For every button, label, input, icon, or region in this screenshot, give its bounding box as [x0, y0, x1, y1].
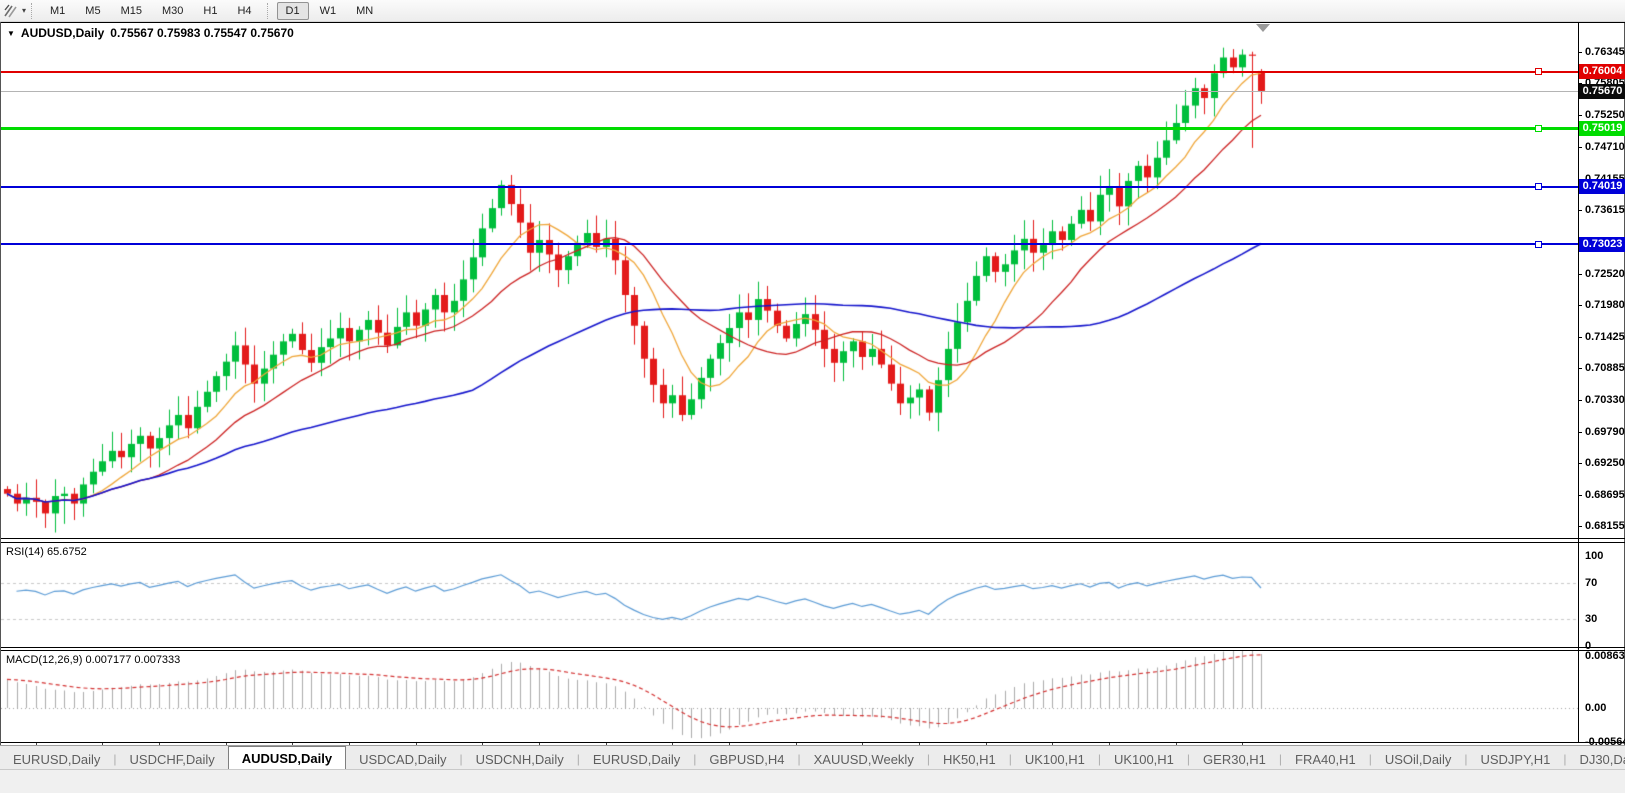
price-tick	[1578, 495, 1582, 497]
timeframe-button-m30[interactable]: M30	[153, 2, 192, 20]
macd-axis-label: 0.00	[1585, 702, 1607, 714]
panel-splitter[interactable]	[1, 542, 1625, 543]
timeframe-button-h4[interactable]: H4	[228, 2, 260, 20]
chart-tab-usdcad-daily[interactable]: USDCAD,Daily	[346, 749, 459, 770]
price-tick	[1578, 463, 1582, 464]
price-tick-label: 0.70885	[1585, 362, 1625, 375]
chart-tab-xauusd-weekly[interactable]: XAUUSD,Weekly	[801, 749, 927, 770]
horizontal-level-line[interactable]	[1, 127, 1578, 131]
timeframe-button-mn[interactable]: MN	[347, 2, 382, 20]
chart-tab-fra40-h1[interactable]: FRA40,H1	[1282, 749, 1369, 770]
chart-symbol-timeframe: AUDUSD,Daily	[20, 26, 105, 40]
chart-tools-icon[interactable]: ▾	[4, 4, 26, 18]
panel-splitter[interactable]	[1, 650, 1625, 651]
timeframe-toolbar: ▾ M1 M5 M15 M30 H1 H4 D1 W1 MN	[0, 0, 1625, 22]
chart-tab-ger30-h1[interactable]: GER30,H1	[1190, 749, 1279, 770]
price-tick-label: 0.69250	[1585, 457, 1625, 469]
chart-tab-hk50-h1[interactable]: HK50,H1	[930, 749, 1009, 770]
price-tick-label: 0.73615	[1585, 204, 1625, 217]
main-chart-canvas[interactable]	[1, 23, 1578, 537]
rsi-indicator-label: RSI(14) 65.6752	[6, 546, 87, 558]
chart-tab-bar: EURUSD,Daily | USDCHF,Daily AUDUSD,Daily USD…	[0, 745, 1625, 770]
price-tick-label: 0.68695	[1585, 489, 1625, 502]
level-line-handle[interactable]	[1535, 240, 1542, 248]
chart-title: ▼ AUDUSD,Daily 0.75567 0.75983 0.75547 0…	[7, 26, 294, 40]
window-bottom-border	[1, 742, 1625, 743]
timeframe-button-m1[interactable]: M1	[41, 2, 74, 20]
horizontal-level-line[interactable]	[1, 243, 1578, 246]
price-tick-label: 0.70330	[1585, 394, 1625, 407]
price-tick	[1578, 431, 1582, 433]
dropdown-caret-icon[interactable]: ▾	[22, 6, 26, 15]
price-tick-label: 0.71425	[1585, 331, 1625, 343]
mt4-application: ▾ M1 M5 M15 M30 H1 H4 D1 W1 MN ▼ AUDUSD,Daily 0.…	[0, 0, 1625, 793]
level-line-handle[interactable]	[1535, 68, 1542, 76]
price-level-badge: 0.73023	[1579, 236, 1625, 252]
price-tick	[1578, 337, 1582, 338]
price-tick-label: 0.74710	[1585, 140, 1625, 153]
timeframe-buttons: M1 M5 M15 M30 H1 H4 D1 W1 MN	[40, 1, 383, 20]
timeframe-button-d1[interactable]: D1	[276, 1, 309, 20]
chart-tab-usoil-daily[interactable]: USOil,Daily	[1372, 749, 1464, 770]
toolbar-separator	[31, 2, 37, 19]
rsi-canvas[interactable]	[1, 543, 1578, 646]
macd-indicator-label: MACD(12,26,9) 0.007177 0.007333	[6, 654, 181, 666]
price-tick	[1578, 115, 1582, 117]
macd-canvas[interactable]	[1, 651, 1578, 742]
timeframe-button-m5[interactable]: M5	[76, 2, 109, 20]
rsi-axis-label: 30	[1585, 613, 1598, 625]
level-line-handle[interactable]	[1535, 125, 1542, 133]
price-level-badge: 0.76004	[1579, 64, 1625, 80]
status-strip	[0, 769, 1625, 793]
price-tick	[1578, 273, 1582, 275]
collapse-indicator-icon[interactable]: ▼	[7, 29, 15, 38]
price-level-badge: 0.75019	[1579, 121, 1625, 137]
toolbar-separator	[266, 2, 273, 19]
price-tick	[1578, 146, 1582, 148]
rsi-axis-label: 100	[1585, 550, 1604, 562]
diagonal-hatch-icon	[4, 4, 17, 17]
panel-splitter[interactable]	[1, 647, 1625, 648]
price-tick	[1578, 52, 1582, 53]
chart-window: ▼ AUDUSD,Daily 0.75567 0.75983 0.75547 0…	[0, 22, 1625, 791]
price-tick	[1578, 210, 1582, 212]
price-tick-label: 0.72520	[1585, 267, 1625, 280]
panel-splitter[interactable]	[1, 538, 1625, 539]
horizontal-level-line[interactable]	[1, 185, 1578, 188]
price-tick	[1578, 304, 1582, 306]
price-tick	[1578, 368, 1582, 370]
chart-tab-gbpusd-h4[interactable]: GBPUSD,H4	[696, 749, 797, 770]
chart-shift-marker[interactable]	[1256, 24, 1270, 32]
timeframe-button-w1[interactable]: W1	[311, 2, 346, 20]
current-price-line	[1, 91, 1578, 93]
chart-ohlc-values: 0.75567 0.75983 0.75547 0.75670	[110, 26, 294, 40]
chart-tab-dj30-daily[interactable]: DJ30,Daily	[1566, 749, 1625, 770]
price-level-badge: 0.74019	[1579, 179, 1625, 195]
rsi-axis-label: 70	[1585, 577, 1598, 589]
chart-tab-usdjpy-h1[interactable]: USDJPY,H1	[1467, 749, 1563, 770]
chart-tab-eurusd-daily[interactable]: EURUSD,Daily	[0, 749, 113, 770]
chart-tab-uk100-h1[interactable]: UK100,H1	[1101, 749, 1187, 770]
chart-tab-usdcnh-daily[interactable]: USDCNH,Daily	[463, 749, 577, 770]
chart-tab-eurusd-daily[interactable]: EURUSD,Daily	[580, 749, 693, 770]
chart-tab-uk100-h1[interactable]: UK100,H1	[1012, 749, 1098, 770]
current-price-badge: 0.75670	[1579, 83, 1625, 99]
price-tick	[1578, 526, 1582, 528]
timeframe-button-h1[interactable]: H1	[194, 2, 226, 20]
price-tick-label: 0.76345	[1585, 46, 1625, 58]
price-tick	[1578, 400, 1582, 402]
timeframe-button-m15[interactable]: M15	[112, 2, 151, 20]
price-tick-label: 0.71980	[1585, 298, 1625, 311]
macd-axis-label: 0.008633	[1585, 650, 1625, 663]
chart-tab-usdchf-daily[interactable]: USDCHF,Daily	[117, 749, 228, 770]
price-tick-label: 0.68155	[1585, 520, 1625, 533]
level-line-handle[interactable]	[1535, 183, 1542, 191]
chart-tab-audusd-daily[interactable]: AUDUSD,Daily	[227, 746, 347, 770]
horizontal-level-line[interactable]	[1, 70, 1578, 73]
price-tick-label: 0.69790	[1585, 425, 1625, 438]
